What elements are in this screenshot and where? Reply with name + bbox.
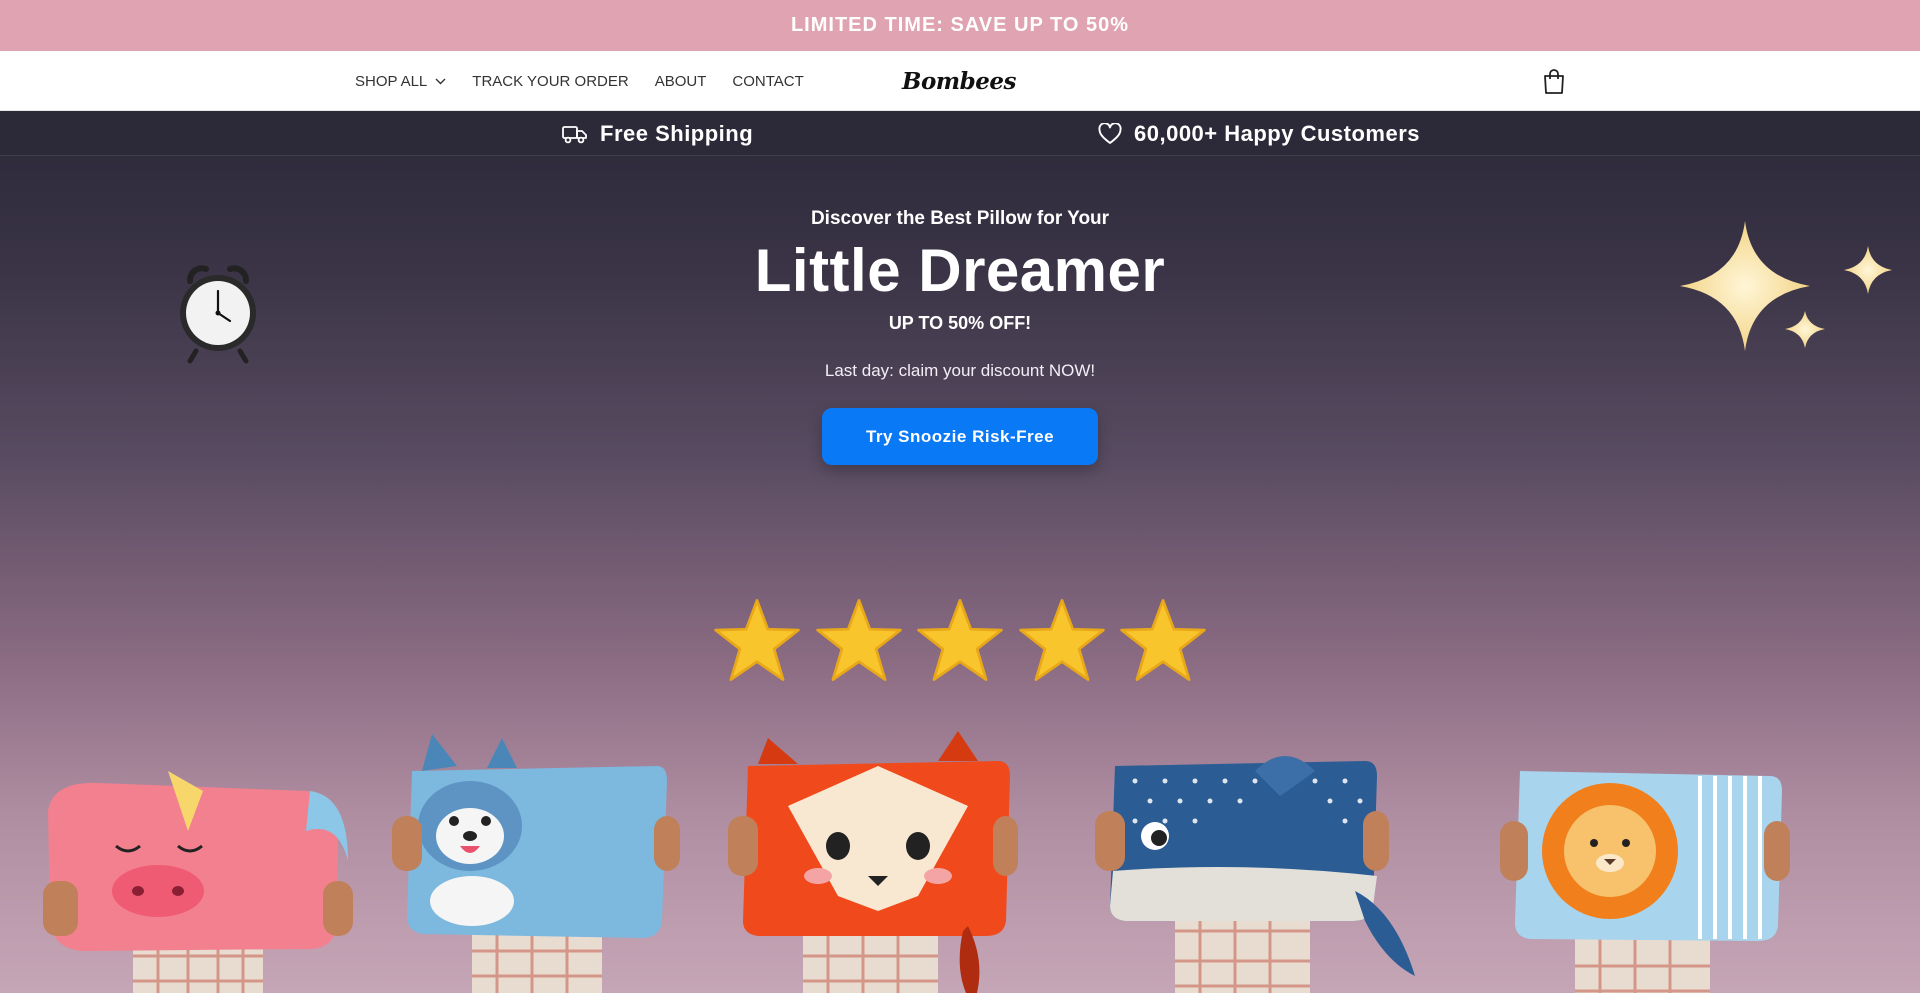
rating-stars — [712, 596, 1208, 684]
usp-happy-customers: 60,000+ Happy Customers — [1098, 111, 1420, 156]
fox-pillow-image — [728, 731, 1018, 993]
nav-contact[interactable]: CONTACT — [732, 73, 803, 90]
announcement-bar: LIMITED TIME: SAVE UP TO 50% — [0, 0, 1920, 51]
site-header: SHOP ALL TRACK YOUR ORDER ABOUT CONTACT … — [0, 51, 1920, 111]
usp-free-shipping: Free Shipping — [562, 111, 753, 156]
hero-urgency-note: Last day: claim your discount NOW! — [824, 361, 1096, 380]
announcement-text: LIMITED TIME: SAVE UP TO 50% — [790, 14, 1130, 36]
whale-pillow-image — [1095, 756, 1415, 993]
hero-headline: Little Dreamer — [754, 237, 1166, 304]
logo-wordmark: Bombees — [902, 67, 1016, 95]
try-snoozie-button[interactable]: Try Snoozie Risk-Free — [822, 408, 1098, 465]
star-icon — [1120, 599, 1206, 681]
cart-icon[interactable] — [1541, 67, 1567, 95]
unicorn-pillow-image — [43, 771, 353, 993]
star-icon — [1018, 599, 1105, 681]
heart-icon — [1098, 122, 1122, 144]
site-logo[interactable]: Bombees — [900, 61, 1016, 101]
usp-customers-text: 60,000+ Happy Customers — [1134, 120, 1421, 146]
nav-shop-all-label: SHOP ALL — [355, 72, 428, 90]
usp-shipping-text: Free Shipping — [600, 120, 754, 146]
star-icon — [917, 599, 1003, 681]
nav-track-order[interactable]: TRACK YOUR ORDER — [472, 73, 628, 90]
nav-about[interactable]: ABOUT — [655, 73, 707, 90]
hero-eyebrow: Discover the Best Pillow for Your — [810, 208, 1110, 229]
nav-shop-all[interactable]: SHOP ALL — [355, 73, 446, 90]
hero-discount: UP TO 50% OFF! — [888, 313, 1032, 333]
dog-pillow-image — [392, 734, 680, 993]
chevron-down-icon — [435, 78, 446, 85]
main-nav: SHOP ALL TRACK YOUR ORDER ABOUT CONTACT — [355, 51, 830, 111]
usp-bar: Free Shipping 60,000+ Happy Customers — [0, 111, 1920, 156]
star-icon — [714, 599, 800, 681]
star-icon — [815, 599, 902, 681]
lion-pillow-image — [1500, 771, 1790, 993]
hero-section: Free Shipping 60,000+ Happy Customers Di… — [0, 111, 1920, 993]
truck-icon — [562, 125, 587, 143]
